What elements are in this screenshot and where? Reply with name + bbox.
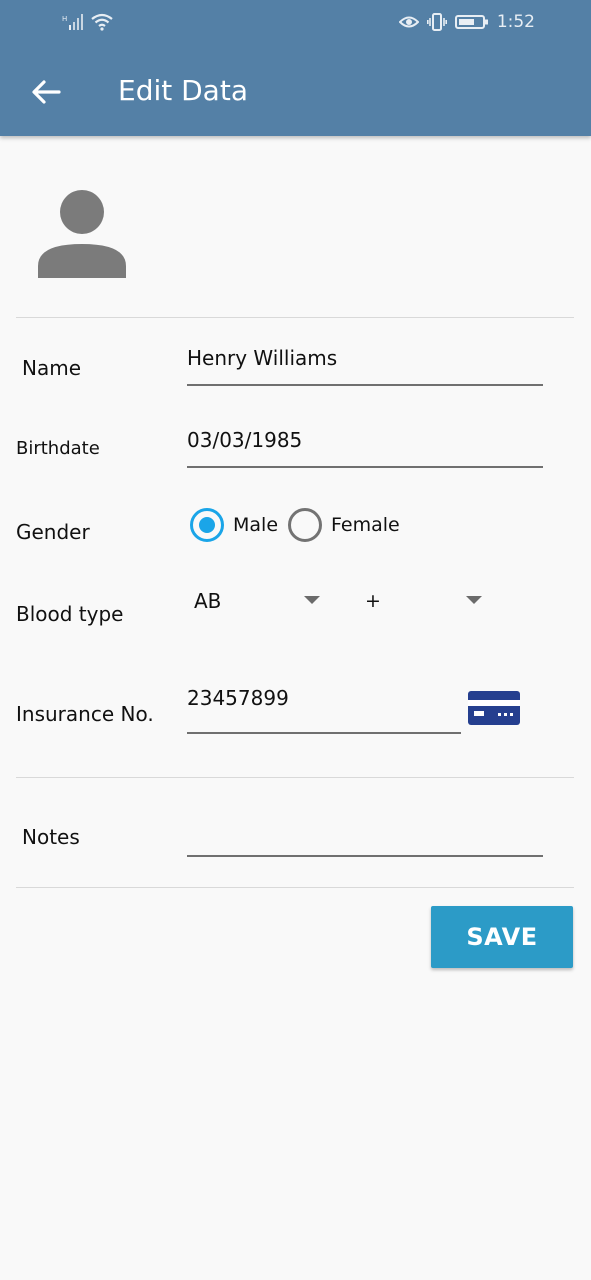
- app-bar: H 1:52 Edit Data: [0, 0, 591, 136]
- blood-group-chevron-down-icon[interactable]: [304, 596, 320, 604]
- blood-group-dropdown[interactable]: AB: [194, 589, 221, 613]
- birthdate-label: Birthdate: [16, 438, 100, 459]
- back-arrow-icon: [32, 80, 61, 104]
- status-bar-left: H: [62, 12, 114, 32]
- status-bar-right: 1:52: [398, 10, 535, 34]
- vibrate-icon: [426, 13, 447, 31]
- insurance-input-underline: [187, 732, 461, 734]
- blood-rh-dropdown[interactable]: +: [365, 590, 381, 612]
- page-title: Edit Data: [118, 74, 248, 107]
- wifi-icon: [91, 13, 113, 31]
- insurance-label: Insurance No.: [16, 702, 154, 726]
- gender-label: Gender: [16, 520, 90, 544]
- blood-type-label: Blood type: [16, 602, 124, 626]
- gender-male-label[interactable]: Male: [233, 514, 278, 536]
- eye-icon: [398, 16, 419, 28]
- status-time: 1:52: [496, 12, 535, 32]
- notes-label: Notes: [22, 825, 80, 849]
- avatar[interactable]: [36, 190, 128, 282]
- person-icon: [38, 190, 126, 278]
- insurance-input[interactable]: 23457899: [187, 686, 289, 710]
- birthdate-input[interactable]: 03/03/1985: [187, 428, 302, 452]
- birthdate-input-underline: [187, 466, 543, 468]
- blood-rh-chevron-down-icon[interactable]: [466, 596, 482, 604]
- name-input[interactable]: Henry Williams: [187, 346, 337, 370]
- gender-female-radio[interactable]: [288, 508, 322, 542]
- credit-card-icon[interactable]: [468, 691, 520, 725]
- svg-text:H: H: [62, 15, 67, 23]
- battery-icon: [454, 15, 488, 29]
- divider: [16, 887, 574, 888]
- signal-icon: H: [62, 14, 83, 30]
- back-button[interactable]: [26, 72, 66, 112]
- divider: [16, 777, 574, 778]
- notes-input-underline: [187, 855, 543, 857]
- save-button[interactable]: SAVE: [431, 906, 573, 968]
- divider: [16, 317, 574, 318]
- name-input-underline: [187, 384, 543, 386]
- gender-male-radio[interactable]: [190, 508, 224, 542]
- name-label: Name: [22, 356, 82, 380]
- gender-female-label[interactable]: Female: [331, 514, 400, 536]
